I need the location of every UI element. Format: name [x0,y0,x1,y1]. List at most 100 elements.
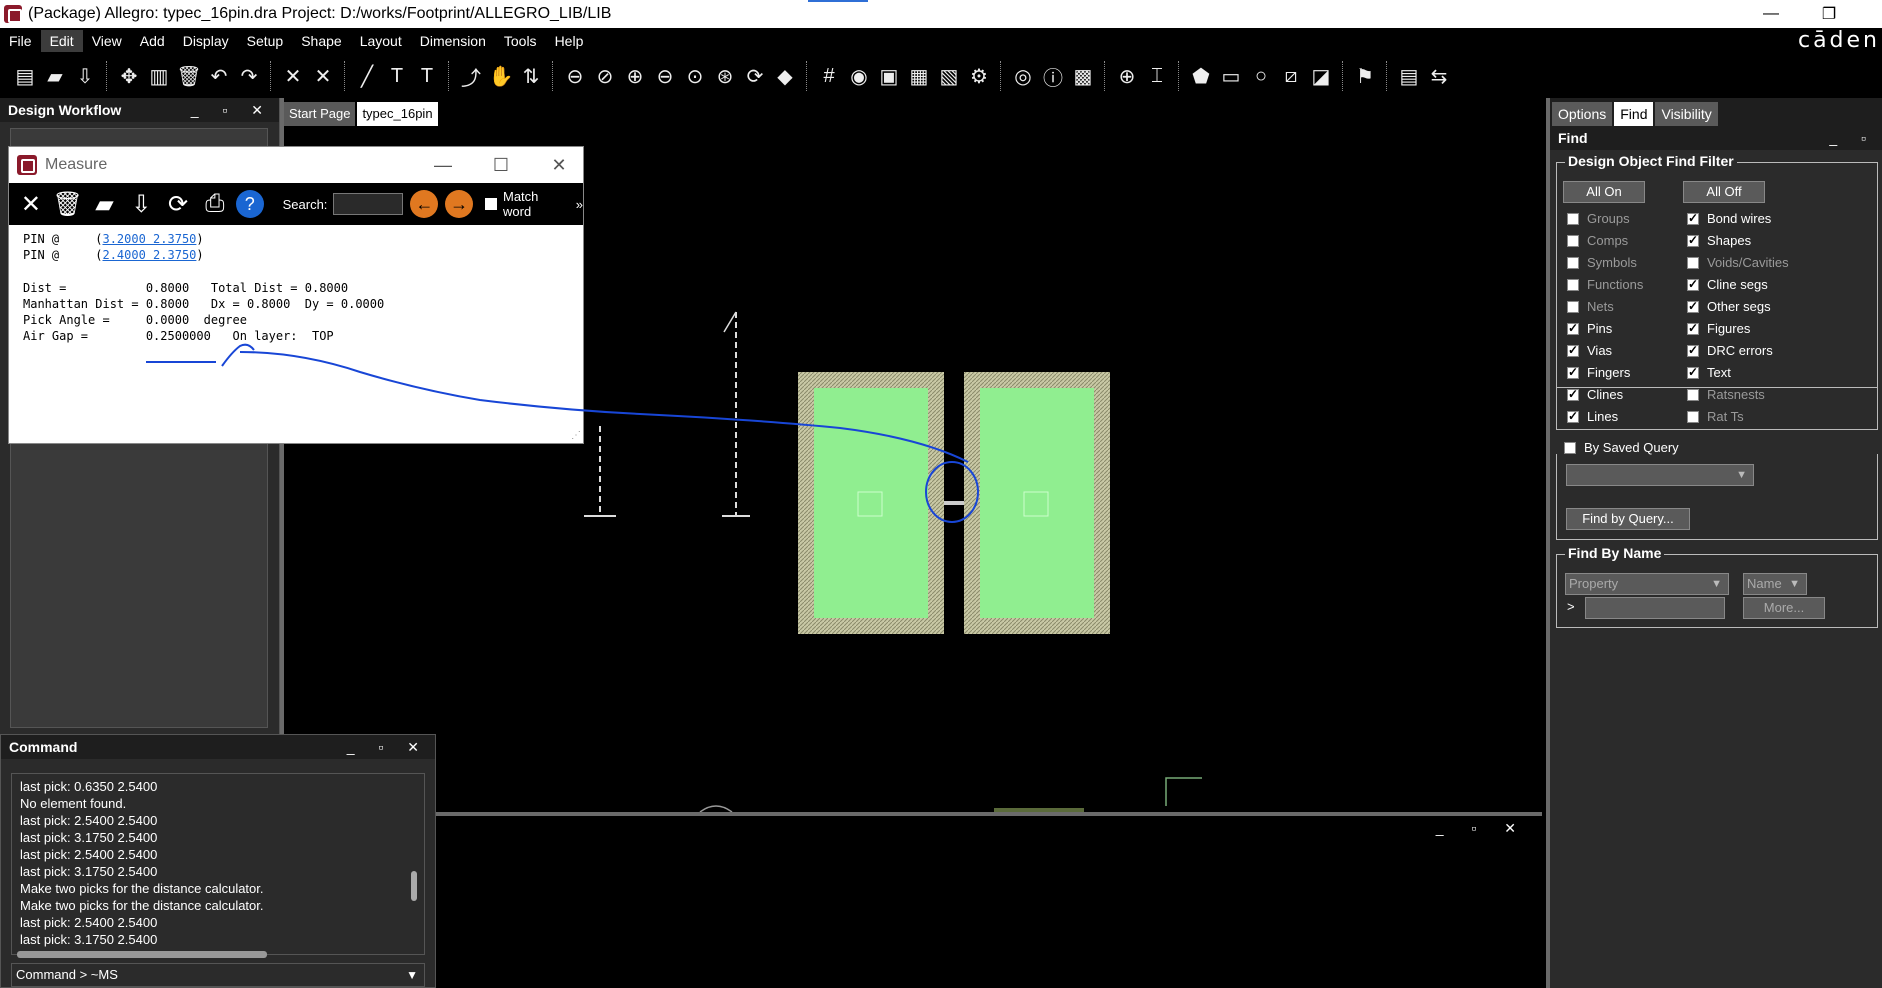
filter-checkbox[interactable] [1687,365,1699,379]
undo-icon[interactable]: ↶ [205,62,233,90]
saved-query-checkbox[interactable] [1564,441,1576,454]
menu-dimension[interactable]: Dimension [411,30,495,52]
grid-icon[interactable]: # [815,62,843,90]
more-button[interactable]: More... [1743,597,1825,619]
menu-tools[interactable]: Tools [495,30,546,52]
measure-icon[interactable]: ⌶ [1143,62,1171,90]
resize-grip-icon[interactable]: ⋰ [571,430,581,441]
filter-checkbox[interactable] [1567,300,1579,313]
filter-symbols[interactable]: Symbols [1567,255,1637,270]
command-input[interactable]: Command > ~MS ▼ [11,963,425,987]
restore-button[interactable]: ❐ [1806,0,1852,28]
3d-icon[interactable]: ▩ [1069,62,1097,90]
filter-checkbox[interactable] [1687,410,1699,423]
filter-checkbox[interactable] [1687,211,1699,225]
pin-icon[interactable]: ✕ [279,62,307,90]
help-icon[interactable]: ? [235,190,264,218]
command-scrollbar-vertical[interactable] [411,871,417,901]
settings-icon[interactable]: ⚙ [965,62,993,90]
view-icon[interactable]: ◎ [1009,62,1037,90]
filter-checkbox[interactable] [1567,278,1579,291]
panel-window-buttons[interactable]: _ ▫ ✕ [191,98,273,122]
info-icon[interactable]: ⓘ [1039,62,1067,90]
saved-query-option[interactable]: By Saved Query [1564,440,1679,455]
filter-checkbox[interactable] [1567,387,1579,401]
filter-groups[interactable]: Groups [1567,211,1630,226]
new-icon[interactable]: ▤ [11,62,39,90]
filter-functions[interactable]: Functions [1567,277,1643,292]
filter-checkbox[interactable] [1567,234,1579,247]
zoom-in-icon[interactable]: ⊕ [621,62,649,90]
edit-icon[interactable]: ⧄ [1277,62,1305,90]
place-icon[interactable]: ⊕ [1113,62,1141,90]
route-icon[interactable]: ⤴ [457,62,485,90]
text-icon[interactable]: T [383,62,411,90]
pin-icon[interactable]: ✕ [15,188,47,220]
camera-icon[interactable]: ⚑ [1351,62,1379,90]
redo-icon[interactable]: ↷ [235,62,263,90]
zoom-out-icon[interactable]: ⊖ [651,62,679,90]
search-next-icon[interactable]: → [445,190,474,218]
filter-voids-cavities[interactable]: Voids/Cavities [1687,255,1789,270]
filter-checkbox[interactable] [1687,233,1699,247]
filter-text[interactable]: Text [1687,365,1731,380]
shape-icon[interactable]: ◆ [771,62,799,90]
all-off-button[interactable]: All Off [1683,181,1765,203]
menu-edit[interactable]: Edit [40,30,83,52]
filter-pins[interactable]: Pins [1567,321,1612,336]
redraw-icon[interactable]: ⟳ [741,62,769,90]
filter-drc-errors[interactable]: DRC errors [1687,343,1773,358]
name-select[interactable]: Name ▼ [1743,573,1807,595]
export-icon[interactable]: ▤ [1395,62,1423,90]
color-icon[interactable]: ◉ [845,62,873,90]
measure-close-button[interactable]: ✕ [539,151,579,179]
chevron-down-icon[interactable]: ▼ [406,964,418,986]
filter-cline-segs[interactable]: Cline segs [1687,277,1768,292]
property-select[interactable]: Property ▼ [1565,573,1729,595]
slide-icon[interactable]: ✋ [487,62,515,90]
filter-checkbox[interactable] [1567,256,1579,269]
filter-clines[interactable]: Clines [1567,387,1623,402]
menu-layout[interactable]: Layout [351,30,411,52]
move-icon[interactable]: ✥ [115,62,143,90]
filter-vias[interactable]: Vias [1567,343,1612,358]
menu-shape[interactable]: Shape [292,30,350,52]
menu-display[interactable]: Display [174,30,238,52]
refresh-icon[interactable]: ⟳ [162,188,194,220]
menu-setup[interactable]: Setup [238,30,293,52]
find-by-query-button[interactable]: Find by Query... [1566,508,1690,530]
add-shape-icon[interactable]: ⬟ [1187,62,1215,90]
filter-checkbox[interactable] [1687,321,1699,335]
find-window-buttons[interactable]: _ ▫ [1829,126,1876,150]
filter-rat-ts[interactable]: Rat Ts [1687,409,1744,424]
report-icon[interactable]: ▧ [935,62,963,90]
measure-maximize-button[interactable]: ☐ [481,151,521,179]
copy-icon[interactable]: ▥ [145,62,173,90]
save-icon[interactable]: ⇩ [125,188,157,220]
tab-typec-16pin[interactable]: typec_16pin [357,102,438,126]
command-window-buttons[interactable]: _ ▫ ✕ [347,735,429,759]
tools-icon[interactable]: ⇆ [1425,62,1453,90]
open-folder-icon[interactable]: ▰ [89,188,121,220]
bottom-panel-buttons[interactable]: _ ▫ ✕ [1436,820,1528,837]
tab-visibility[interactable]: Visibility [1655,102,1718,126]
zoom-center-icon[interactable]: ⊛ [711,62,739,90]
filter-checkbox[interactable] [1567,343,1579,357]
delete-icon[interactable]: 🗑 [175,62,203,90]
menu-file[interactable]: File [0,30,41,52]
name-input[interactable] [1585,597,1725,619]
pad-right[interactable] [980,388,1094,618]
command-scrollbar-horizontal[interactable] [17,951,267,958]
zoom-fit-icon[interactable]: ⊖ [561,62,589,90]
unpin-icon[interactable]: ✕ [309,62,337,90]
filter-other-segs[interactable]: Other segs [1687,299,1771,314]
filter-shapes[interactable]: Shapes [1687,233,1751,248]
visibility-icon[interactable]: ▦ [905,62,933,90]
menu-add[interactable]: Add [131,30,174,52]
menu-help[interactable]: Help [546,30,593,52]
filter-checkbox[interactable] [1567,365,1579,379]
filter-checkbox[interactable] [1687,277,1699,291]
layer-icon[interactable]: ▣ [875,62,903,90]
add-text-icon[interactable]: ▭ [1217,62,1245,90]
zoom-world-icon[interactable]: ⊙ [681,62,709,90]
